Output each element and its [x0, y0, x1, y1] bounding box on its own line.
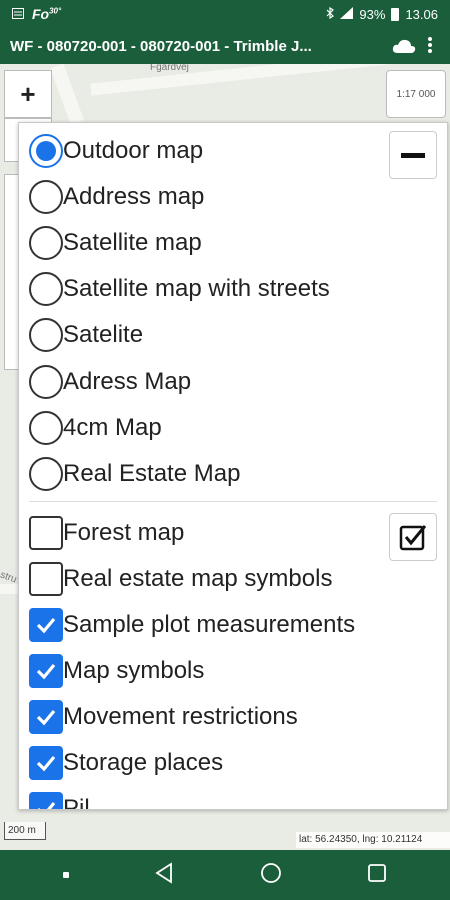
base-map-label: Satellite map: [63, 229, 202, 256]
radio-button[interactable]: [29, 318, 63, 352]
checkbox-checked-icon: [399, 525, 427, 551]
minus-icon: [401, 152, 425, 158]
system-nav-bar: [0, 850, 450, 900]
base-map-label: 4cm Map: [63, 414, 162, 441]
overlay-label: Movement restrictions: [63, 703, 298, 730]
coordinates-readout: lat: 56.24350, lng: 10.21124: [296, 832, 450, 848]
battery-icon: [391, 7, 400, 21]
bluetooth-icon: [326, 6, 335, 21]
overlay-label: Sample plot measurements: [63, 611, 356, 638]
back-icon[interactable]: [154, 861, 174, 889]
checkbox[interactable]: [29, 608, 63, 642]
checkbox[interactable]: [29, 746, 63, 780]
overlay-option-real-estate-symbols[interactable]: Real estate map symbols: [29, 559, 332, 599]
overlay-label: Pil: [63, 795, 90, 810]
base-map-option-outdoor[interactable]: Outdoor map: [29, 131, 203, 171]
radio-button[interactable]: [29, 226, 63, 260]
status-bar: Fo30° 93% 13.06: [0, 0, 450, 28]
signal-icon: [340, 7, 354, 21]
scale-ratio-button[interactable]: 1:17 000: [386, 70, 446, 118]
check-icon: [36, 755, 56, 772]
scale-bar: 200 m: [4, 822, 46, 840]
map-road: [50, 64, 84, 125]
checkbox[interactable]: [29, 562, 63, 596]
message-icon: [12, 7, 24, 21]
base-map-label: Outdoor map: [63, 137, 204, 164]
battery-percent: 93%: [359, 6, 386, 22]
radio-button[interactable]: [29, 365, 63, 399]
check-icon: [36, 663, 56, 680]
check-icon: [38, 801, 56, 809]
base-map-option-real-estate[interactable]: Real Estate Map: [29, 454, 240, 494]
page-title: WF - 080720-001 - 080720-001 - Trimble J…: [10, 37, 312, 55]
home-icon[interactable]: [260, 862, 282, 889]
toggle-all-layers-button[interactable]: [389, 513, 437, 561]
cloud-icon[interactable]: [392, 38, 416, 54]
overlay-option-movement-restrictions[interactable]: Movement restrictions: [29, 697, 298, 737]
checkbox[interactable]: [29, 516, 63, 550]
base-map-option-satellite[interactable]: Satellite map: [29, 223, 202, 263]
overlay-option-storage-places[interactable]: Storage places: [29, 743, 223, 783]
overlay-label: Real estate map symbols: [63, 565, 333, 592]
base-map-option-adress[interactable]: Adress Map: [29, 362, 191, 402]
base-map-label: Real Estate Map: [63, 460, 241, 487]
collapse-panel-button[interactable]: [389, 131, 437, 179]
clock: 13.06: [405, 6, 438, 22]
checkbox[interactable]: [29, 654, 63, 688]
radio-button[interactable]: [29, 272, 63, 306]
radio-button[interactable]: [29, 134, 63, 168]
more-vert-icon[interactable]: [420, 36, 440, 57]
radio-button[interactable]: [29, 411, 63, 445]
overlay-option-sample-plot[interactable]: Sample plot measurements: [29, 605, 355, 645]
check-icon: [36, 709, 56, 726]
checkbox[interactable]: [29, 700, 63, 734]
zoom-in-button[interactable]: +: [4, 70, 52, 118]
radio-button[interactable]: [29, 457, 63, 491]
recents-icon[interactable]: [367, 863, 387, 888]
divider: [29, 501, 437, 502]
checkbox[interactable]: [29, 792, 63, 809]
overlay-option-map-symbols[interactable]: Map symbols: [29, 651, 204, 691]
overlay-label: Forest map: [63, 519, 185, 546]
overlay-label: Map symbols: [63, 657, 205, 684]
street-label: Fgardvej: [150, 64, 189, 73]
base-map-option-satelite[interactable]: Satelite: [29, 315, 143, 355]
nav-dot-icon: [62, 872, 69, 878]
app-badge: Fo30°: [32, 6, 62, 22]
base-map-option-4cm[interactable]: 4cm Map: [29, 408, 162, 448]
overlay-option-pil[interactable]: Pil: [29, 789, 90, 810]
base-map-label: Satelite: [63, 321, 144, 348]
radio-button[interactable]: [29, 180, 63, 214]
base-map-option-address[interactable]: Address map: [29, 177, 204, 217]
overlay-label: Storage places: [63, 749, 224, 776]
base-map-label: Satellite map with streets: [63, 275, 330, 302]
map-layers-panel: Outdoor map Address map Satellite map Sa…: [18, 122, 448, 810]
app-bar: WF - 080720-001 - 080720-001 - Trimble J…: [0, 28, 450, 64]
overlay-option-forest[interactable]: Forest map: [29, 513, 184, 553]
base-map-option-satellite-streets[interactable]: Satellite map with streets: [29, 269, 330, 309]
base-map-label: Address map: [63, 183, 205, 210]
map-road: [90, 64, 390, 96]
base-map-label: Adress Map: [63, 368, 192, 395]
check-icon: [36, 617, 56, 634]
